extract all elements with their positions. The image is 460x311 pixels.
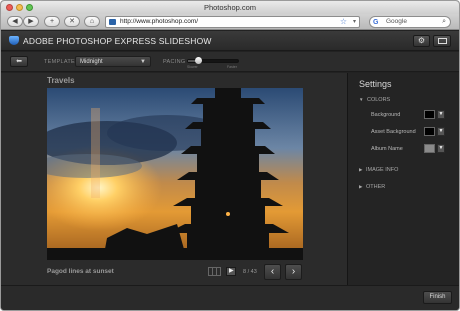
search-icon[interactable]: ⌕: [442, 17, 446, 27]
template-label: TEMPLATE: [44, 59, 76, 65]
forward-button[interactable]: ▶: [23, 16, 39, 27]
chevron-down-icon: ▼: [438, 111, 444, 117]
background-color-dropdown[interactable]: ▼: [437, 110, 445, 119]
app-title: ADOBE PHOTOSHOP EXPRESS SLIDESHOW: [23, 36, 212, 46]
zoom-window-button[interactable]: [26, 4, 33, 11]
address-bar[interactable]: http://www.photoshop.com/ ☆ ▾: [105, 16, 360, 28]
triangle-right-icon: ▶: [359, 167, 363, 172]
minimize-window-button[interactable]: [16, 4, 23, 11]
slide-image: [47, 88, 303, 260]
play-button[interactable]: ▶: [226, 267, 236, 276]
chevron-left-icon: ‹: [270, 266, 275, 277]
close-window-button[interactable]: [6, 4, 13, 11]
app-footer: [1, 285, 459, 310]
finish-button[interactable]: Finish: [423, 291, 452, 304]
left-arrow-icon: ⬅: [16, 58, 22, 65]
url-text: http://www.photoshop.com/: [120, 18, 199, 25]
gear-icon: ⚙: [417, 36, 426, 45]
settings-title: Settings: [359, 79, 392, 89]
google-logo-icon: G: [373, 19, 379, 26]
search-field[interactable]: G Google ⌕: [369, 16, 451, 28]
forward-arrow-icon: ▶: [28, 18, 34, 25]
chevron-down-icon: ▼: [438, 128, 444, 134]
template-select[interactable]: Midnight ▼: [75, 56, 151, 67]
stop-button[interactable]: ✕: [64, 16, 80, 27]
image-info-section-label: IMAGE INFO: [366, 167, 399, 173]
site-favicon-icon: [109, 19, 116, 25]
back-to-album-button[interactable]: ⬅: [10, 56, 28, 67]
app-header: ADOBE PHOTOSHOP EXPRESS SLIDESHOW ⚙: [1, 31, 459, 51]
album-name-color-swatch[interactable]: [424, 144, 435, 153]
template-value: Midnight: [80, 59, 103, 65]
home-icon: ⌂: [89, 18, 95, 25]
background-color-swatch[interactable]: [424, 110, 435, 119]
chevron-down-icon: ▼: [438, 145, 444, 151]
pacing-faster-label: Faster: [227, 65, 237, 69]
album-name-color-label: Album Name: [371, 146, 403, 152]
other-section-toggle[interactable]: ▶ OTHER: [359, 184, 385, 190]
settings-menu-button[interactable]: ⚙: [413, 35, 430, 47]
asset-background-color-label: Asset Background: [371, 129, 416, 135]
back-arrow-icon: ◀: [12, 18, 18, 25]
grid-view-button[interactable]: [208, 267, 221, 276]
pacing-slider-knob[interactable]: [194, 57, 202, 64]
fullscreen-button[interactable]: [433, 35, 451, 47]
chevron-down-icon: ▼: [140, 59, 146, 65]
slide-caption: Pagod lines at sunset: [47, 268, 114, 275]
browser-window: Photoshop.com ◀ ▶ + ✕ ⌂ http://www.photo…: [0, 0, 460, 311]
asset-background-color-swatch[interactable]: [424, 127, 435, 136]
photoshop-express-logo-icon: [9, 36, 19, 45]
background-color-label: Background: [371, 112, 401, 118]
pacing-slider-track[interactable]: [187, 57, 239, 64]
album-name-color-dropdown[interactable]: ▼: [437, 144, 445, 153]
slide-counter: 8 / 43: [243, 269, 257, 275]
sunset-pagoda-photo: [47, 88, 303, 260]
play-icon: ▶: [229, 268, 234, 274]
control-bar: ⬅ TEMPLATE Midnight ▼ PACING Slower Fast…: [1, 52, 459, 72]
colors-section-toggle[interactable]: ▼ COLORS: [359, 97, 390, 103]
fullscreen-icon: [438, 38, 447, 44]
settings-panel: [347, 73, 459, 285]
pacing-slower-label: Slower: [187, 65, 198, 69]
pacing-label: PACING: [163, 59, 186, 65]
plus-icon: +: [49, 18, 55, 25]
browser-toolbar: ◀ ▶ + ✕ ⌂ http://www.photoshop.com/ ☆ ▾ …: [1, 14, 459, 30]
image-info-section-toggle[interactable]: ▶ IMAGE INFO: [359, 167, 398, 173]
back-button[interactable]: ◀: [7, 16, 23, 27]
window-title: Photoshop.com: [203, 3, 257, 12]
album-title: Travels: [47, 76, 75, 85]
search-placeholder: Google: [386, 18, 407, 25]
triangle-down-icon: ▼: [359, 97, 364, 102]
asset-background-color-dropdown[interactable]: ▼: [437, 127, 445, 136]
window-titlebar: Photoshop.com: [1, 1, 459, 14]
bookmark-star-icon[interactable]: ☆: [340, 17, 347, 27]
url-dropdown-icon[interactable]: ▾: [353, 17, 356, 27]
stop-x-icon: ✕: [69, 18, 75, 25]
grid-icon: [208, 267, 221, 276]
colors-section-label: COLORS: [367, 97, 391, 103]
home-button[interactable]: ⌂: [84, 16, 100, 27]
other-section-label: OTHER: [366, 184, 386, 190]
add-bookmark-button[interactable]: +: [44, 16, 60, 27]
previous-slide-button[interactable]: ‹: [264, 264, 281, 280]
next-slide-button[interactable]: ›: [285, 264, 302, 280]
chevron-right-icon: ›: [291, 266, 296, 277]
triangle-right-icon: ▶: [359, 184, 363, 189]
